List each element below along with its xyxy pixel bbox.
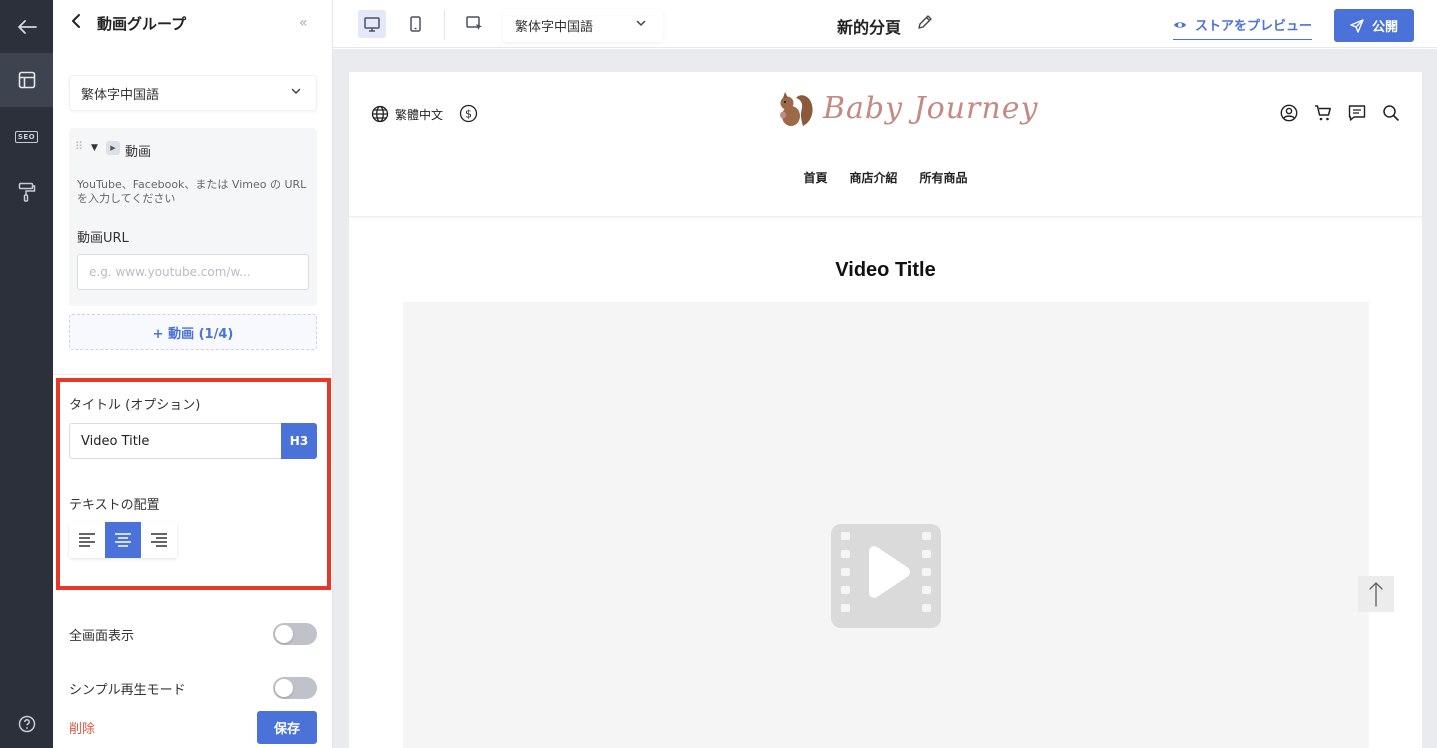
align-center-icon bbox=[115, 533, 131, 547]
video-section-title: Video Title bbox=[835, 259, 936, 281]
message-icon[interactable] bbox=[1348, 104, 1366, 126]
section-divider bbox=[53, 374, 333, 375]
toolbar-divider bbox=[444, 10, 445, 40]
user-icon[interactable] bbox=[1280, 104, 1298, 126]
icon-rail: SEO bbox=[0, 0, 59, 748]
align-right-icon bbox=[151, 533, 167, 547]
site-language-switch[interactable]: 繁體中文 bbox=[371, 105, 443, 123]
video-player[interactable] bbox=[403, 302, 1369, 748]
squirrel-icon bbox=[780, 92, 813, 126]
fullscreen-toggle[interactable] bbox=[273, 623, 317, 645]
desktop-icon bbox=[364, 16, 380, 32]
desktop-view-button[interactable] bbox=[358, 10, 386, 38]
back-arrow-icon[interactable] bbox=[0, 0, 53, 54]
nav-item-home[interactable]: 首頁 bbox=[803, 169, 827, 186]
video-url-hint: YouTube、Facebook、または Vimeo の URL を入力してくだ… bbox=[77, 178, 307, 205]
mobile-view-button[interactable] bbox=[401, 10, 429, 38]
layout-icon[interactable] bbox=[0, 53, 59, 107]
text-align-label: テキストの配置 bbox=[69, 498, 160, 513]
publish-button[interactable]: 公開 bbox=[1334, 9, 1414, 42]
panel-title: 動画グループ bbox=[97, 15, 187, 33]
cart-icon[interactable] bbox=[1314, 104, 1332, 126]
video-url-label: 動画URL bbox=[77, 231, 129, 246]
preview-store-link[interactable]: ストアをプレビュー bbox=[1173, 15, 1313, 40]
drag-handle-icon[interactable]: ⠿ bbox=[75, 140, 83, 153]
align-left-icon bbox=[79, 533, 95, 547]
svg-text:$: $ bbox=[465, 108, 472, 121]
site-header: 繁體中文 $ Baby Journey 首頁 商店介紹 所有商品 bbox=[349, 72, 1422, 217]
panel-language-value: 繁体字中国語 bbox=[81, 87, 160, 103]
align-left-button[interactable] bbox=[69, 522, 105, 558]
publish-label: 公開 bbox=[1371, 20, 1398, 35]
eye-icon bbox=[1174, 21, 1186, 28]
add-video-button[interactable]: + 動画 (1/4) bbox=[69, 314, 317, 350]
caret-down-icon[interactable]: ▼ bbox=[91, 143, 98, 153]
mobile-icon bbox=[409, 16, 421, 32]
topbar-language-value: 繁体字中国語 bbox=[515, 20, 594, 35]
site-nav: 首頁 商店介紹 所有商品 bbox=[349, 169, 1422, 186]
fullscreen-label: 全画面表示 bbox=[69, 629, 135, 644]
topbar-language-select[interactable]: 繁体字中国語 bbox=[503, 9, 663, 42]
save-button[interactable]: 保存 bbox=[257, 711, 317, 744]
cursor-select-icon bbox=[466, 16, 482, 30]
send-icon bbox=[1350, 18, 1364, 33]
search-icon[interactable] bbox=[1382, 104, 1400, 126]
video-item-card: ⠿ ▼ ▶ 動画 YouTube、Facebook、または Vimeo の UR… bbox=[69, 128, 317, 306]
site-language-label: 繁體中文 bbox=[395, 107, 444, 122]
video-play-icon: ▶ bbox=[106, 141, 120, 155]
toggle-knob bbox=[275, 625, 293, 643]
page-name: 新的分頁 bbox=[837, 18, 902, 37]
globe-icon bbox=[371, 105, 389, 123]
currency-icon[interactable]: $ bbox=[459, 104, 478, 127]
site-preview: 繁體中文 $ Baby Journey 首頁 商店介紹 所有商品 Video T… bbox=[349, 72, 1422, 748]
simple-mode-toggle[interactable] bbox=[273, 677, 317, 699]
select-element-button[interactable] bbox=[461, 10, 489, 38]
seo-icon[interactable]: SEO bbox=[0, 110, 53, 164]
title-field-label: タイトル (オプション) bbox=[69, 398, 201, 413]
editor-app: SEO 動画グループ « 繁体字中国語 ⠿ ▼ ▶ 動画 YouTube、Fac… bbox=[0, 0, 1437, 748]
align-right-button[interactable] bbox=[141, 522, 177, 558]
toggle-knob bbox=[275, 679, 293, 697]
chevron-left-icon[interactable] bbox=[71, 13, 81, 33]
nav-item-products[interactable]: 所有商品 bbox=[920, 169, 968, 186]
align-center-button[interactable] bbox=[105, 522, 141, 558]
preview-canvas: 繁體中文 $ Baby Journey 首頁 商店介紹 所有商品 Video T… bbox=[333, 49, 1437, 748]
panel-language-select[interactable]: 繁体字中国語 bbox=[69, 75, 317, 111]
chevron-down-icon bbox=[290, 85, 302, 100]
scroll-to-top-button[interactable] bbox=[1358, 576, 1394, 612]
nav-item-about[interactable]: 商店介紹 bbox=[849, 169, 897, 186]
video-film-play-icon[interactable] bbox=[831, 524, 941, 628]
settings-panel: 動画グループ « 繁体字中国語 ⠿ ▼ ▶ 動画 YouTube、Faceboo… bbox=[53, 0, 333, 748]
site-logo[interactable]: Baby Journey bbox=[773, 86, 1038, 130]
text-align-group bbox=[69, 522, 177, 558]
pencil-icon[interactable] bbox=[917, 14, 933, 34]
panel-header: 動画グループ « bbox=[53, 0, 333, 48]
delete-button[interactable]: 削除 bbox=[69, 718, 95, 737]
title-input[interactable] bbox=[69, 423, 281, 459]
video-url-input[interactable] bbox=[77, 254, 309, 290]
paint-roller-icon[interactable] bbox=[0, 165, 53, 219]
logo-text: Baby Journey bbox=[823, 90, 1039, 126]
arrow-up-icon bbox=[1369, 582, 1383, 607]
heading-level-button[interactable]: H3 bbox=[281, 423, 317, 459]
top-bar: 繁体字中国語 新的分頁 ストアをプレビュー 公開 bbox=[333, 0, 1437, 48]
collapse-panel-icon[interactable]: « bbox=[299, 15, 308, 31]
video-item-label[interactable]: 動画 bbox=[125, 141, 151, 160]
chevron-down-icon bbox=[635, 17, 647, 32]
preview-store-label: ストアをプレビュー bbox=[1195, 19, 1313, 34]
simple-mode-label: シンプル再生モード bbox=[69, 683, 186, 698]
header-icons bbox=[1280, 104, 1400, 126]
help-icon[interactable] bbox=[0, 697, 53, 748]
